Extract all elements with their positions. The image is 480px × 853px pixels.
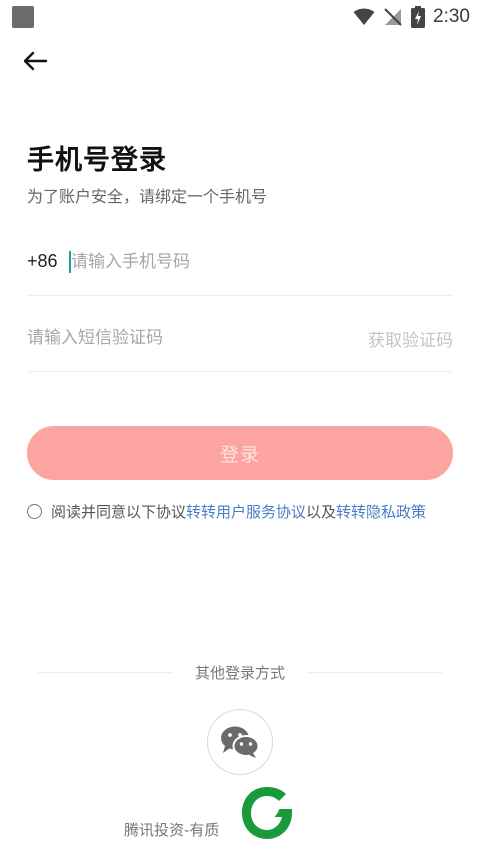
page-subtitle: 为了账户安全，请绑定一个手机号 [27,187,268,206]
login-button[interactable]: 登录 [27,426,453,480]
wechat-login-button[interactable] [207,709,273,775]
page-title: 手机号登录 [27,145,167,176]
wechat-icon [221,726,260,758]
agreement-middle: 以及 [306,502,337,521]
battery-charging-icon [411,6,426,28]
watermark-logo-icon [238,784,296,842]
status-icons: 2:30 [353,4,470,30]
agreement-prefix: 阅读并同意以下协议 [51,502,187,521]
wifi-icon [353,8,375,25]
sms-code-input[interactable] [27,320,327,356]
phone-input[interactable] [71,244,441,280]
user-agreement-link[interactable]: 转转用户服务协议 [186,501,306,522]
arrow-left-icon [23,51,48,71]
phone-row: +86 [27,232,453,296]
country-code[interactable]: +86 [27,251,58,272]
other-login-label: 其他登录方式 [194,664,285,682]
get-code-button[interactable]: 获取验证码 [368,326,453,351]
signal-off-icon [384,8,402,26]
back-button[interactable] [18,46,52,76]
sms-code-row: 获取验证码 [27,308,453,372]
agreement: 阅读并同意以下协议 转转用户服务协议 以及 转转隐私政策 [27,500,467,522]
privacy-policy-link[interactable]: 转转隐私政策 [336,501,426,522]
agree-checkbox[interactable] [27,503,42,519]
app-square-icon [12,6,34,28]
status-time: 2:30 [433,6,470,27]
footer-text: 腾讯投资-有质 [124,821,220,839]
status-bar: 2:30 [0,0,480,34]
